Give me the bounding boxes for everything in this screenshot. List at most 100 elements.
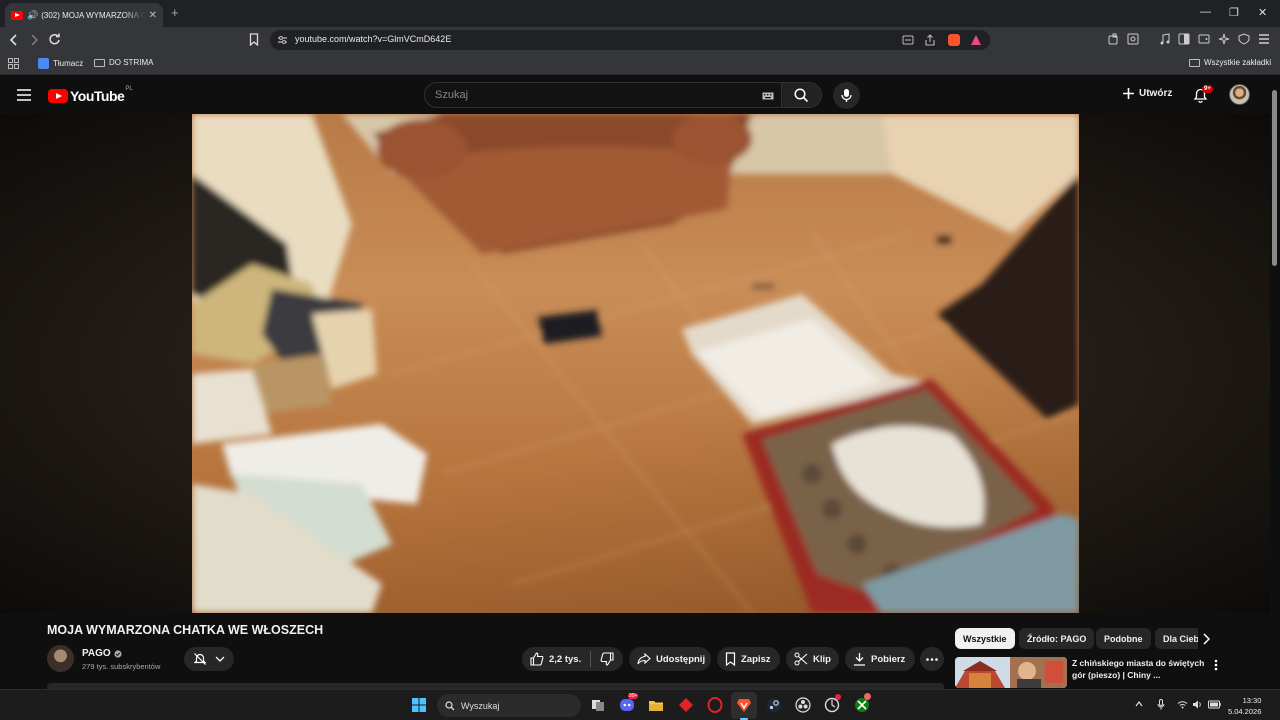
bookmark-label: Wszystkie zakładki [1204, 58, 1272, 67]
minimize-icon[interactable]: — [1200, 6, 1211, 18]
forward-icon[interactable] [29, 34, 39, 46]
back-icon[interactable] [9, 34, 19, 46]
speaker-icon[interactable]: 🔊 [27, 10, 38, 21]
browser-tab-active[interactable]: 🔊 (302) MOJA WYMARZONA CHATKA WE WŁOSZEC… [5, 3, 163, 27]
screenshot-icon[interactable] [1127, 33, 1139, 45]
microphone-icon [841, 89, 852, 102]
like-button[interactable]: 2,2 tys. [522, 652, 590, 666]
apps-grid-icon[interactable] [8, 58, 19, 69]
notification-dot [864, 693, 871, 700]
taskbar-search[interactable]: Wyszukaj [437, 694, 581, 717]
youtube-header: YouTube PL Utwórz 9+ [0, 75, 1280, 115]
chevron-right-icon[interactable] [1202, 633, 1210, 645]
obs-icon[interactable] [795, 697, 811, 713]
voice-search-button[interactable] [833, 82, 860, 109]
clock-date: 5.04.2026 [1228, 707, 1262, 716]
search-icon [794, 87, 809, 102]
taskbar-clock[interactable]: 13:30 5.04.2026 [1228, 695, 1261, 717]
leo-ai-icon[interactable] [1218, 33, 1230, 45]
steam-icon[interactable] [766, 697, 782, 713]
keyboard-icon[interactable] [762, 92, 774, 100]
channel-name[interactable]: PAGO [82, 648, 122, 659]
region-code: PL [125, 86, 133, 92]
reload-icon[interactable] [48, 33, 61, 46]
cast-icon[interactable] [902, 35, 914, 45]
task-view-icon[interactable] [590, 697, 606, 713]
download-icon [854, 653, 865, 666]
media-icon[interactable] [1159, 33, 1171, 45]
hamburger-menu-icon[interactable] [17, 89, 31, 101]
search-button[interactable] [782, 82, 822, 108]
video-frame[interactable] [192, 114, 1079, 613]
discord-badge: 99+ [628, 693, 639, 699]
video-title: MOJA WYMARZONA CHATKA WE WŁOSZECH [47, 623, 324, 637]
like-dislike-group: 2,2 tys. [522, 647, 623, 671]
microphone-tray-icon[interactable] [1157, 699, 1165, 710]
extensions-icon[interactable] [1108, 33, 1120, 45]
vpn-shield-icon[interactable] [1238, 33, 1250, 45]
menu-icon[interactable] [1258, 33, 1270, 45]
chip-from-channel[interactable]: Źródło: PAGO [1019, 628, 1095, 649]
all-bookmarks-folder[interactable]: Wszystkie zakładki [1189, 58, 1271, 67]
restore-icon[interactable]: ❐ [1229, 6, 1239, 19]
create-label: Utwórz [1139, 88, 1173, 99]
file-explorer-icon[interactable] [648, 697, 664, 713]
page-scrollbar[interactable] [1272, 90, 1277, 266]
brave-browser-icon[interactable] [736, 697, 752, 713]
discord-icon[interactable] [619, 697, 635, 713]
thumbs-down-icon [600, 652, 614, 666]
more-actions-button[interactable] [920, 647, 944, 671]
site-settings-icon[interactable] [277, 35, 288, 45]
bookmark-folder-do-strima[interactable]: DO STRIMA [94, 58, 153, 67]
recommendation-thumbnail[interactable] [955, 657, 1067, 688]
scissors-icon [794, 652, 808, 666]
taskbar-search-placeholder: Wyszukaj [461, 700, 500, 711]
new-tab-button[interactable]: + [171, 5, 179, 20]
youtube-play-icon [48, 89, 68, 103]
dislike-button[interactable] [591, 652, 623, 666]
create-button[interactable]: Utwórz [1122, 87, 1172, 100]
download-button[interactable]: Pobierz [845, 647, 915, 671]
brave-shields-icon[interactable] [948, 34, 960, 46]
red-app-icon[interactable] [678, 697, 694, 713]
brave-rewards-icon[interactable] [970, 34, 982, 46]
search-input[interactable] [435, 83, 755, 107]
translate-icon [38, 58, 49, 69]
address-bar[interactable]: youtube.com/watch?v=GlmVCmD642E [270, 30, 990, 50]
chip-related[interactable]: Podobne [1096, 628, 1151, 649]
wallet-icon[interactable] [1198, 33, 1210, 45]
sidebar-icon[interactable] [1178, 33, 1190, 45]
chip-for-you-clip: Dla Ciebie [1155, 628, 1198, 649]
battery-icon[interactable] [1208, 699, 1221, 710]
more-vertical-icon[interactable] [1214, 659, 1218, 671]
share-label: Udostępnij [656, 653, 706, 665]
bookmark-label: DO STRIMA [109, 58, 154, 67]
share-page-icon[interactable] [924, 34, 936, 46]
video-content-image [192, 114, 1079, 613]
account-avatar[interactable] [1229, 84, 1250, 105]
opera-icon[interactable] [707, 697, 723, 713]
download-label: Pobierz [871, 653, 906, 665]
bookmark-icon[interactable] [249, 33, 259, 46]
browser-toolbar: youtube.com/watch?v=GlmVCmD642E [0, 27, 1280, 53]
save-button[interactable]: Zapisz [717, 647, 780, 671]
recommendation-title[interactable]: Z chińskiego miasta do świętych gór (pie… [1072, 657, 1207, 681]
volume-icon[interactable] [1192, 700, 1203, 709]
clip-button[interactable]: Klip [786, 647, 839, 671]
subscription-notifications-button[interactable] [184, 647, 234, 671]
channel-avatar[interactable] [47, 645, 74, 672]
video-player[interactable] [0, 114, 1270, 613]
bookmark-translate[interactable]: Tłumacz [38, 58, 83, 69]
wifi-icon[interactable] [1177, 700, 1188, 709]
youtube-logo[interactable]: YouTube PL [48, 86, 133, 104]
windows-start-icon[interactable] [411, 697, 427, 713]
notification-dot [835, 694, 841, 700]
close-tab-icon[interactable]: ✕ [149, 10, 157, 21]
chevron-up-icon[interactable] [1135, 701, 1143, 707]
folder-icon [94, 58, 105, 67]
close-window-icon[interactable]: ✕ [1258, 6, 1267, 19]
chip-all[interactable]: Wszystkie [955, 628, 1015, 649]
share-button[interactable]: Udostępnij [629, 647, 711, 671]
bookmarks-bar: Tłumacz DO STRIMA Wszystkie zakładki [0, 53, 1280, 75]
chip-for-you[interactable]: Dla Ciebie [1155, 628, 1198, 649]
